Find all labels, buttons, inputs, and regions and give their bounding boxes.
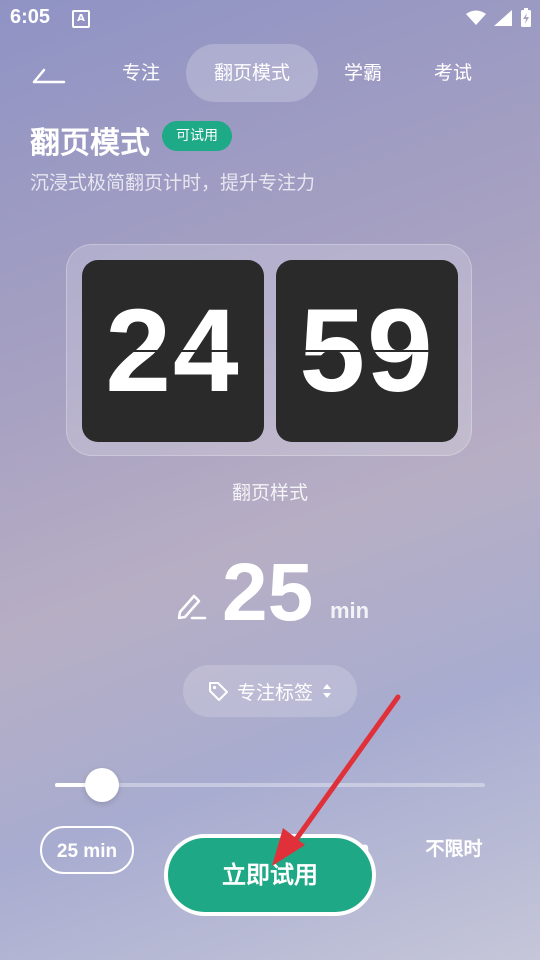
status-time: 6:05 <box>10 6 51 28</box>
flip-style-caption: 翻页样式 <box>231 482 308 504</box>
tab-focus[interactable]: 专注 <box>104 44 178 102</box>
focus-tag-label: 专注标签 <box>236 681 313 704</box>
trial-badge: 可试用 <box>162 121 232 151</box>
battery-icon <box>521 8 531 27</box>
flip-divider <box>276 350 458 352</box>
page-title: 翻页模式 <box>30 126 150 161</box>
duration-slider-track[interactable] <box>55 783 485 787</box>
status-icons <box>466 8 532 28</box>
focus-tag-button[interactable]: 专注标签 <box>183 665 357 717</box>
status-bar: 6:05 A <box>0 0 540 36</box>
try-now-button[interactable]: 立即试用 <box>164 834 376 916</box>
preset-25-min[interactable]: 25 min <box>40 826 134 874</box>
flip-clock-preview[interactable]: 24 59 <box>66 244 472 456</box>
page-subtitle: 沉浸式极简翻页计时，提升专注力 <box>30 172 316 194</box>
tab-exam[interactable]: 考试 <box>416 44 490 102</box>
tab-flip-mode[interactable]: 翻页模式 <box>186 44 318 102</box>
tab-study-master[interactable]: 学霸 <box>326 44 400 102</box>
preset-unlimited[interactable]: 不限时 <box>416 826 492 874</box>
flip-card-right: 59 <box>276 260 458 442</box>
pencil-icon[interactable] <box>174 588 208 622</box>
signal-icon <box>494 10 512 26</box>
sort-arrows-icon <box>323 684 331 698</box>
top-nav: 专注 翻页模式 学霸 考试 <box>0 44 540 104</box>
back-arrow-icon[interactable] <box>32 62 66 86</box>
flip-divider <box>82 350 264 352</box>
flip-card-left: 24 <box>82 260 264 442</box>
duration-unit: min <box>330 598 370 623</box>
notification-icon: A <box>72 10 90 28</box>
wifi-icon <box>466 10 486 25</box>
duration-value[interactable]: 25 <box>222 546 313 640</box>
duration-slider-knob[interactable] <box>85 768 120 802</box>
tag-icon <box>208 682 228 701</box>
